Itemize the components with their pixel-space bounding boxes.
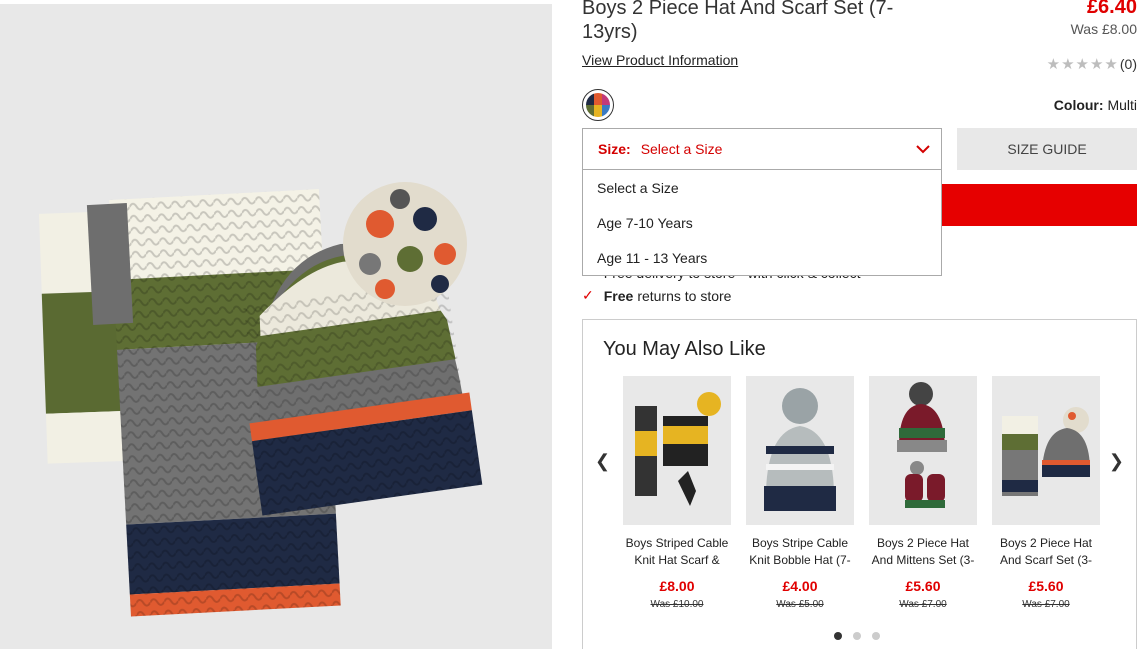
size-guide-button[interactable]: SIZE GUIDE: [957, 128, 1137, 170]
product-thumbnail: [746, 376, 854, 525]
current-price: £6.40: [1086, 0, 1137, 18]
product-card[interactable]: Boys 2 Piece Hat And Mittens Set (3- £5.…: [869, 376, 977, 610]
was-price: Was £8.00: [1070, 21, 1137, 37]
colour-label: Colour: Multi: [1054, 97, 1137, 113]
product-thumbnail: [992, 376, 1100, 525]
size-select[interactable]: Size: Select a Size: [582, 128, 942, 170]
carousel-dot[interactable]: [872, 632, 880, 640]
colour-swatch-multi[interactable]: [582, 89, 614, 121]
hat-scarf-illustration: [38, 182, 483, 617]
benefit-text: returns to store: [637, 287, 732, 304]
benefit-free-returns: ✓ Free returns to store: [582, 287, 731, 304]
check-icon: ✓: [582, 287, 594, 303]
product-name: Boys Striped Cable Knit Hat Scarf &: [625, 536, 729, 567]
carousel-dot[interactable]: [853, 632, 861, 640]
swatch-image: [586, 93, 610, 117]
product-price: £4.00: [782, 578, 818, 594]
product-thumbnail: [869, 376, 977, 525]
product-name: Boys 2 Piece Hat And Mittens Set (3-: [871, 536, 975, 567]
carousel-title: You May Also Like: [603, 338, 766, 360]
product-card[interactable]: Boys Striped Cable Knit Hat Scarf & £8.0…: [623, 376, 731, 610]
product-thumbnail: [623, 376, 731, 525]
size-select-label: Size:: [598, 141, 631, 157]
view-product-info-link[interactable]: View Product Information: [582, 52, 738, 68]
star-icon: ★★★★★: [1046, 56, 1119, 73]
size-option[interactable]: Age 7-10 Years: [583, 208, 941, 243]
size-option[interactable]: Age 11 - 13 Years: [583, 243, 941, 278]
product-title: Boys 2 Piece Hat And Scarf Set (7-13yrs): [582, 0, 894, 43]
rating[interactable]: ★★★★★ (0): [1047, 55, 1137, 73]
product-price: £5.60: [905, 578, 941, 594]
chevron-right-icon[interactable]: ❯: [1109, 451, 1124, 472]
size-select-value: Select a Size: [640, 141, 723, 157]
product-was-price: Was £7.00: [899, 599, 947, 610]
product-price: £8.00: [659, 578, 695, 594]
product-name: Boys Stripe Cable Knit Bobble Hat (7-: [749, 536, 851, 567]
product-card[interactable]: Boys Stripe Cable Knit Bobble Hat (7- £4…: [746, 376, 854, 610]
rating-count: (0): [1119, 56, 1137, 72]
carousel-dot[interactable]: [834, 632, 842, 640]
chevron-down-icon: [916, 145, 930, 154]
you-may-also-like-carousel: You May Also Like ❮ ❯ Boys Striped Cable…: [582, 319, 1137, 649]
size-dropdown-list: Select a Size Age 7-10 Years Age 11 - 13…: [582, 169, 942, 276]
benefit-bold: Free: [603, 287, 634, 304]
product-price: £5.60: [1028, 578, 1064, 594]
carousel-pagination: [834, 632, 880, 640]
product-card[interactable]: Boys 2 Piece Hat And Scarf Set (3- £5.60…: [992, 376, 1100, 610]
product-main-image: [0, 4, 552, 649]
colour-label-title: Colour:: [1053, 97, 1104, 113]
chevron-left-icon[interactable]: ❮: [595, 451, 610, 472]
product-was-price: Was £5.00: [776, 599, 824, 610]
product-was-price: Was £10.00: [650, 599, 704, 610]
size-option[interactable]: Select a Size: [583, 173, 941, 208]
product-name: Boys 2 Piece Hat And Scarf Set (3-: [999, 536, 1093, 567]
colour-value: Multi: [1107, 97, 1137, 113]
product-was-price: Was £7.00: [1022, 599, 1070, 610]
